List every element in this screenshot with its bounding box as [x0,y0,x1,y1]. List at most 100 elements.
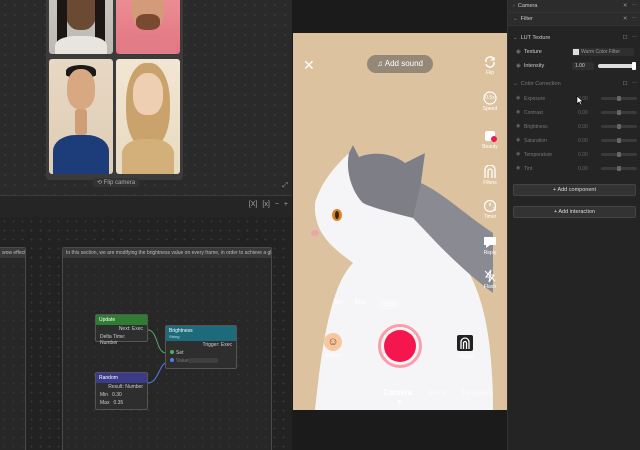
property-value[interactable]: 0.00 [578,166,588,172]
tool-flip-label: Flip [485,70,495,76]
random-node[interactable]: Random Result: Number Min 0.30 Max 0.35 [95,372,148,410]
intensity-slider[interactable] [598,62,636,70]
more-icon[interactable]: ⋯ [632,35,638,41]
brightness-value-field[interactable] [188,358,219,363]
face-image-1 [49,0,113,54]
effects-button[interactable]: ☺ Effects [321,333,345,359]
duration-selector: 3m 60s 15s [333,299,400,310]
value-port-icon[interactable] [170,358,174,362]
graph-tool-1[interactable]: [X] [249,201,258,208]
property-value[interactable]: 0.00 [578,124,588,130]
timer-value: 3 [493,207,497,213]
property-name: Exposure [524,96,546,102]
mouse-cursor-icon [576,95,584,106]
chevron-right-icon[interactable]: › [513,3,515,9]
tool-speed[interactable]: 0.5x Speed [477,91,503,112]
property-value[interactable]: 0.00 [578,152,588,158]
effects-emoji-icon: ☺ [324,333,342,351]
checkbox-icon[interactable]: ☐ [623,35,628,41]
random-min-label: Min [100,392,109,398]
random-min-value[interactable]: 0.30 [112,392,122,398]
close-icon[interactable]: ✕ [303,57,315,74]
add-sound-button[interactable]: ♫ Add sound [367,55,433,73]
dot-icon: ◉ [516,95,521,101]
expand-icon[interactable]: ⤢ [282,182,288,190]
mode-camera[interactable]: Camera [383,388,412,397]
minus-icon[interactable]: − [275,201,279,208]
plus-icon[interactable]: + [284,201,288,208]
update-node[interactable]: Update Next: Exec Delta Time: Number [95,314,148,346]
property-value[interactable]: 0.00 [578,110,588,116]
face-grid [46,0,183,180]
brightness-node[interactable]: Brightness String Trigger: Exec Set Valu… [165,325,237,369]
tool-beauty[interactable]: Beauty [477,129,503,150]
exec-port-icon[interactable] [170,350,174,354]
color-correction-controls: ☐ ⋯ [623,81,637,87]
filter-row[interactable]: ⌄ Filter ✕ ⋯ [508,13,640,26]
camera-row[interactable]: › Camera ✕ ⋯ [508,0,640,13]
add-interaction-button[interactable]: + Add interaction [513,206,636,218]
color-correction-row[interactable]: ⌄ Color Correction ☐ ⋯ [508,77,640,90]
inspector-panel: › Camera ✕ ⋯ ⌄ Filter ✕ ⋯ ⌄ LUT Texture ☐ ⋯… [507,0,640,450]
chevron-down-icon[interactable]: ⌄ [513,35,518,41]
record-button[interactable] [378,324,422,368]
slider-knob[interactable] [617,152,621,157]
lut-texture-row[interactable]: ⌄ LUT Texture ☐ ⋯ [508,31,640,44]
tool-reply[interactable]: Reply [477,235,503,256]
slider-knob[interactable] [617,96,621,101]
duration-3m[interactable]: 3m [333,299,343,310]
upload-button[interactable]: Upload [453,334,477,360]
property-slider[interactable] [601,96,637,101]
tool-flash[interactable]: Flash [477,269,503,290]
property-slider[interactable] [601,166,637,171]
duration-15s[interactable]: 15s [378,299,400,310]
tool-timer[interactable]: 3 Timer [477,199,503,220]
mode-quick[interactable]: Quick [426,388,446,397]
tool-filters-label: Filters [483,180,497,186]
slider-knob[interactable] [617,124,621,129]
random-max-value[interactable]: 0.35 [113,400,123,406]
close-icon[interactable]: ✕ [623,16,628,22]
add-component-button[interactable]: + Add component [513,184,636,196]
tool-timer-label: Timer [483,214,497,220]
checkbox-icon[interactable]: ☐ [623,81,628,87]
phone-preview: ✕ ♫ Add sound Flip 0.5x Speed Beauty Fil… [293,33,507,410]
face-image-3 [49,59,113,174]
more-icon[interactable]: ⋯ [632,3,638,9]
brightness-set-label: Set [176,350,184,356]
slider-knob[interactable] [617,166,621,171]
slider-knob[interactable] [617,110,621,115]
property-value[interactable]: 0.00 [578,138,588,144]
reply-icon [484,237,496,248]
tool-filters[interactable]: Filters [477,165,503,186]
mode-template[interactable]: Template [461,388,493,397]
property-slider[interactable] [601,152,637,157]
more-icon[interactable]: ⋯ [632,16,638,22]
filters-icon [484,165,496,178]
intensity-slider-knob[interactable] [632,62,636,70]
tool-flip[interactable]: Flip [477,55,503,76]
slider-knob[interactable] [617,138,621,143]
random-result-row: Result: Number [108,384,143,390]
flip-camera-button[interactable]: ⟲ Flip camera [93,178,140,187]
brightness-value-row: Value [166,357,236,365]
chevron-down-icon[interactable]: ⌄ [513,81,518,87]
duration-60s[interactable]: 60s [355,299,366,310]
property-name: Temperature [524,152,553,158]
graph-tool-2[interactable]: [x] [262,201,269,208]
property-temperature: ◉ Temperature 0.00 [516,148,638,161]
more-icon[interactable]: ⋯ [632,81,638,87]
lut-texture-label: LUT Texture [520,34,551,41]
property-brightness: ◉ Brightness 0.00 [516,120,638,133]
intensity-value[interactable]: 1.00 [572,62,594,70]
node-graph-canvas[interactable]: wow effect In this section, we are modif… [0,217,292,450]
flash-icon [484,269,496,283]
property-slider[interactable] [601,110,637,115]
property-slider[interactable] [601,138,637,143]
flip-camera-label: Flip camera [103,180,136,186]
property-slider[interactable] [601,124,637,129]
camera-label: Camera [517,3,538,9]
texture-picker[interactable]: Warm Color Filter [572,48,634,56]
close-icon[interactable]: ✕ [623,3,628,9]
chevron-down-icon[interactable]: ⌄ [513,16,518,22]
